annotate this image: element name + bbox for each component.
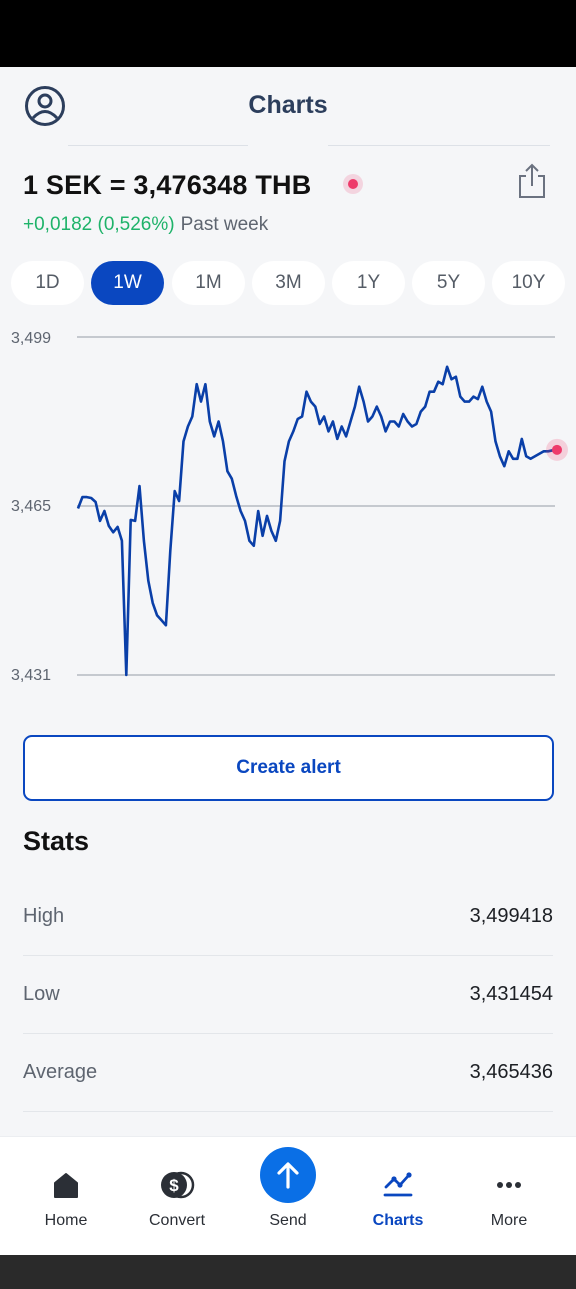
convert-icon: $	[161, 1171, 195, 1199]
tab-1y[interactable]: 1Y	[332, 261, 405, 305]
nav-label: Charts	[372, 1212, 424, 1229]
nav-convert[interactable]: $ Convert	[122, 1137, 232, 1256]
page-title: Charts	[248, 91, 328, 119]
stat-value: 3,431454	[469, 983, 553, 1005]
live-indicator-icon	[343, 174, 363, 194]
y-tick-label: 3,465	[11, 498, 51, 515]
svg-text:$: $	[169, 1176, 179, 1195]
charts-icon	[383, 1172, 413, 1197]
send-button[interactable]	[260, 1147, 316, 1203]
rate-change-value: +0,0182 (0,526%)	[23, 214, 175, 235]
y-tick-label: 3,431	[11, 667, 51, 684]
header-divider	[328, 145, 550, 146]
nav-label: Home	[44, 1212, 88, 1229]
share-button[interactable]	[516, 162, 548, 200]
tab-5y[interactable]: 5Y	[412, 261, 485, 305]
home-icon	[54, 1173, 78, 1198]
status-bar	[0, 0, 576, 67]
stat-label: Low	[23, 983, 60, 1005]
tab-10y[interactable]: 10Y	[492, 261, 565, 305]
nav-home[interactable]: Home	[11, 1137, 121, 1256]
stat-value: 3,499418	[469, 905, 553, 927]
series-line	[76, 365, 558, 677]
bottom-navigation: Home $ Convert Send Charts More	[0, 1136, 576, 1256]
stat-row-low: Low 3,431454	[23, 955, 553, 1034]
time-range-tabs: 1D 1W 1M 3M 1Y 5Y 10Y	[0, 261, 576, 305]
exchange-rate-title: 1 SEK = 3,476348 THB	[23, 170, 312, 200]
rate-change: +0,0182 (0,526%) Past week	[23, 214, 268, 236]
rate-chart[interactable]: 3,499 3,465 3,431	[0, 320, 576, 700]
tab-1m[interactable]: 1M	[172, 261, 245, 305]
tab-1d[interactable]: 1D	[11, 261, 84, 305]
stat-row-average: Average 3,465436	[23, 1033, 553, 1112]
tab-3m[interactable]: 3M	[252, 261, 325, 305]
send-icon	[277, 1162, 299, 1189]
share-icon	[519, 163, 545, 198]
stat-label: High	[23, 905, 65, 927]
header-divider	[68, 145, 248, 146]
rate-change-period: Past week	[180, 214, 269, 235]
nav-label: More	[490, 1212, 528, 1229]
nav-send[interactable]: Send	[233, 1137, 343, 1256]
stat-value: 3,465436	[469, 1061, 553, 1083]
current-rate-marker	[552, 444, 562, 455]
nav-label: Send	[269, 1212, 307, 1229]
rate-chart-svg[interactable]: 3,499 3,465 3,431	[0, 320, 576, 700]
create-alert-button[interactable]: Create alert	[23, 735, 554, 801]
stats-title: Stats	[23, 826, 90, 856]
system-navigation-bar	[0, 1255, 576, 1289]
nav-charts[interactable]: Charts	[343, 1137, 453, 1256]
more-icon	[497, 1182, 521, 1188]
tab-1w[interactable]: 1W	[91, 261, 164, 305]
stat-row-high: High 3,499418	[23, 877, 553, 956]
stat-label: Average	[23, 1061, 98, 1083]
nav-label: Convert	[148, 1212, 206, 1229]
nav-more[interactable]: More	[454, 1137, 564, 1256]
y-tick-label: 3,499	[11, 330, 51, 347]
app-header: Charts	[0, 67, 576, 147]
